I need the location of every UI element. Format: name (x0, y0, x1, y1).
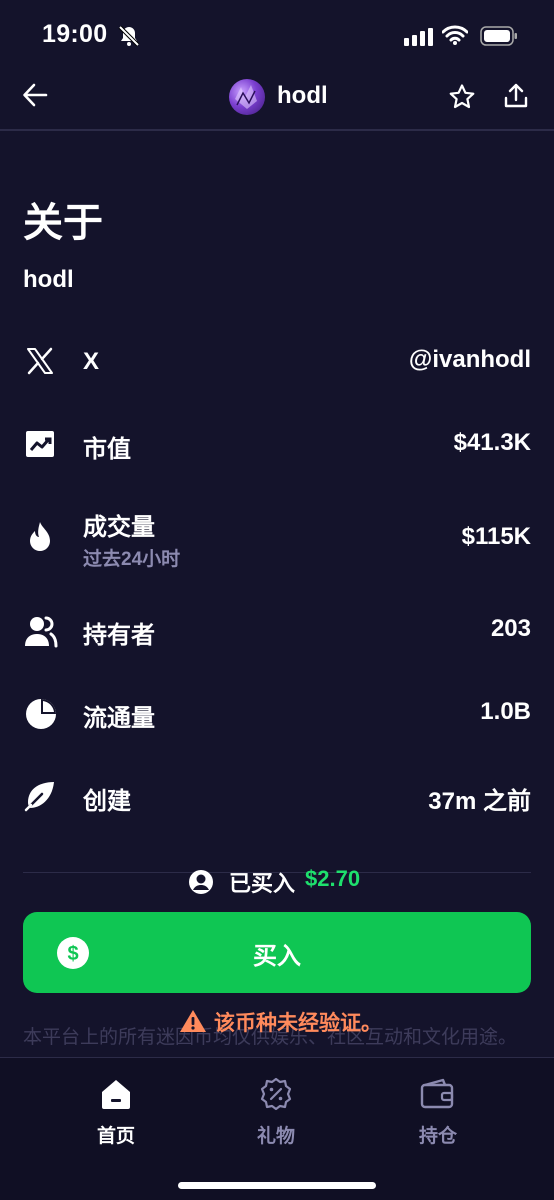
trend-up-icon (24, 428, 58, 462)
stat-value-created: 37m 之前 (428, 788, 531, 815)
stat-value-x[interactable]: @ivanhodl (409, 346, 531, 374)
x-logo-icon (24, 345, 58, 379)
stat-value-market-cap: $41.3K (453, 429, 531, 456)
stat-label-market-cap: 市值 (83, 436, 131, 463)
token-name: hodl (277, 82, 328, 109)
discount-badge-icon[interactable] (259, 1077, 293, 1116)
about-title: 关于 (23, 201, 103, 245)
stat-value-volume: $115K (461, 523, 531, 550)
unverified-warning: 该币种未经验证。 (214, 1012, 382, 1035)
token-avatar (229, 79, 265, 115)
header-divider (0, 129, 554, 131)
stat-label-created: 创建 (83, 788, 131, 815)
star-icon[interactable] (448, 83, 476, 116)
back-arrow-icon[interactable] (22, 82, 48, 113)
wallet-icon[interactable] (420, 1078, 454, 1115)
pie-chart-icon (24, 697, 58, 731)
stat-sublabel-volume: 过去24小时 (83, 549, 181, 570)
nav-holdings-label[interactable]: 持仓 (388, 1121, 488, 1148)
home-icon[interactable] (99, 1077, 133, 1116)
cellular-signal-icon (404, 28, 434, 51)
buy-button-label[interactable]: 买入 (0, 936, 554, 971)
status-time: 19:00 (42, 20, 108, 48)
leaf-icon (24, 780, 58, 814)
stat-label-volume: 成交量 (83, 514, 155, 541)
wifi-icon (441, 25, 469, 50)
stat-value-holders: 203 (490, 615, 531, 642)
flame-icon (24, 520, 58, 554)
stat-value-supply: 1.0B (480, 698, 531, 725)
bought-label: 已买入 (229, 871, 296, 896)
warning-icon (179, 1009, 207, 1038)
nav-home-label[interactable]: 首页 (66, 1121, 166, 1148)
users-icon (24, 614, 58, 648)
share-icon[interactable] (502, 82, 530, 115)
bell-muted-icon (118, 25, 140, 52)
about-token-name: hodl (23, 266, 74, 293)
battery-icon (480, 26, 518, 51)
stat-label-holders: 持有者 (83, 622, 155, 649)
stat-label-supply: 流通量 (83, 705, 155, 732)
bought-amount: $2.70 (305, 866, 361, 891)
stat-label-x: X (83, 348, 100, 375)
user-circle-icon (188, 869, 214, 900)
nav-gift-label[interactable]: 礼物 (226, 1121, 326, 1148)
home-indicator[interactable] (178, 1182, 376, 1189)
